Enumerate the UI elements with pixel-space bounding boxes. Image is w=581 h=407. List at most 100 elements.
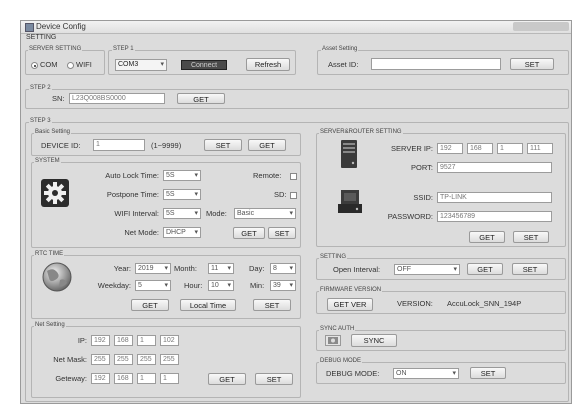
window-controls[interactable]: [513, 22, 569, 31]
server-router-legend: SERVER&ROUTER SETTING: [319, 129, 403, 136]
weekday-select[interactable]: 5: [135, 280, 171, 291]
asset-id-input[interactable]: [371, 58, 501, 70]
rtc-set-button[interactable]: SET: [253, 299, 291, 311]
open-setting-legend: SETTING: [319, 254, 348, 261]
wifi-interval-select[interactable]: 5S: [163, 208, 201, 219]
globe-icon: [41, 261, 73, 293]
mask-octet-3[interactable]: 255: [137, 354, 156, 365]
system-get-button[interactable]: GET: [233, 227, 265, 239]
ssid-input[interactable]: TP-LINK: [437, 192, 552, 203]
postpone-select[interactable]: 5S: [163, 189, 201, 200]
refresh-button[interactable]: Refresh: [246, 58, 290, 71]
day-select[interactable]: 8: [270, 263, 296, 274]
window-title: Device Config: [36, 22, 86, 31]
auto-lock-label: Auto Lock Time:: [105, 171, 159, 180]
weekday-label: Weekday:: [97, 281, 131, 290]
setting-label: SETTING: [26, 34, 57, 41]
port-label: PORT:: [411, 163, 433, 172]
month-select[interactable]: 11: [208, 263, 234, 274]
mask-octet-4[interactable]: 255: [160, 354, 179, 365]
password-label: PASSWORD:: [387, 212, 433, 221]
ip-octet-3[interactable]: 1: [137, 335, 156, 346]
gear-icon: [41, 179, 69, 207]
year-label: Year:: [113, 264, 131, 273]
open-interval-label: Open Interval:: [333, 265, 381, 274]
password-input[interactable]: 123456789: [437, 211, 552, 222]
year-select[interactable]: 2019: [135, 263, 171, 274]
step3-legend: STEP 3: [29, 118, 52, 125]
debug-mode-label: DEBUG MODE:: [326, 369, 380, 378]
debug-set-button[interactable]: SET: [470, 367, 506, 379]
rtc-legend: RTC TIME: [34, 251, 65, 258]
asset-set-button[interactable]: SET: [510, 58, 554, 70]
router-icon: [337, 187, 363, 215]
net-get-button[interactable]: GET: [208, 373, 246, 385]
get-version-button[interactable]: GET VER: [327, 298, 373, 311]
asset-setting-legend: Asset Setting: [321, 46, 359, 53]
rtc-get-button[interactable]: GET: [131, 299, 169, 311]
device-id-set-button[interactable]: SET: [204, 139, 242, 151]
server-ip-octet-4[interactable]: 111: [527, 143, 553, 154]
gateway-label: Geteway:: [55, 374, 87, 383]
ip-label: IP:: [77, 336, 87, 345]
sn-get-button[interactable]: GET: [177, 93, 225, 104]
ssid-label: SSID:: [413, 193, 433, 202]
debug-mode-select[interactable]: ON: [393, 368, 459, 379]
sd-checkbox[interactable]: [290, 192, 297, 199]
open-interval-select[interactable]: OFF: [394, 264, 460, 275]
hour-select[interactable]: 10: [208, 280, 234, 291]
sd-label: SD:: [274, 190, 287, 199]
gateway-octet-2[interactable]: 168: [114, 373, 133, 384]
title-bar: Device Config: [21, 21, 571, 34]
open-interval-get-button[interactable]: GET: [467, 263, 503, 275]
server-ip-label: SERVER IP:: [391, 144, 433, 153]
device-id-get-button[interactable]: GET: [248, 139, 286, 151]
firmware-legend: FIRMWARE VERSION: [319, 287, 383, 294]
com-label: COM: [40, 60, 58, 69]
sync-auth-legend: SYNC AUTH: [319, 326, 356, 333]
com-radio[interactable]: [31, 62, 38, 69]
ip-octet-4[interactable]: 102: [160, 335, 179, 346]
mode-select[interactable]: Basic: [234, 208, 296, 219]
remote-checkbox[interactable]: [290, 173, 297, 180]
mask-octet-2[interactable]: 255: [114, 354, 133, 365]
ip-octet-1[interactable]: 192: [91, 335, 110, 346]
basic-setting-legend: Basic Setting: [34, 129, 72, 136]
device-config-window: Device Config SETTING SERVER SETTING COM…: [20, 20, 572, 404]
gateway-octet-4[interactable]: 1: [160, 373, 179, 384]
sn-input[interactable]: L23Q008BS0000: [69, 93, 165, 104]
device-id-input[interactable]: 1: [93, 139, 145, 151]
com-port-select[interactable]: COM3: [115, 59, 167, 71]
step1-legend: STEP 1: [112, 46, 135, 53]
sync-button[interactable]: SYNC: [351, 334, 397, 347]
wifi-radio[interactable]: [67, 62, 74, 69]
net-set-button[interactable]: SET: [255, 373, 293, 385]
month-label: Month:: [174, 264, 197, 273]
postpone-label: Postpone Time:: [106, 190, 159, 199]
step2-legend: STEP 2: [29, 85, 52, 92]
device-id-range: (1~9999): [151, 141, 182, 150]
server-ip-octet-3[interactable]: 1: [497, 143, 523, 154]
remote-label: Remote:: [253, 171, 282, 180]
open-interval-set-button[interactable]: SET: [512, 263, 548, 275]
mask-octet-1[interactable]: 255: [91, 354, 110, 365]
ip-octet-2[interactable]: 168: [114, 335, 133, 346]
camera-icon: [325, 335, 341, 346]
gateway-octet-1[interactable]: 192: [91, 373, 110, 384]
system-set-button[interactable]: SET: [268, 227, 296, 239]
local-time-button[interactable]: Local Time: [180, 299, 236, 311]
day-label: Day:: [249, 264, 265, 273]
min-select[interactable]: 39: [270, 280, 296, 291]
version-label: VERSION:: [397, 299, 433, 308]
server-ip-octet-2[interactable]: 168: [467, 143, 493, 154]
server-setting-legend: SERVER SETTING: [28, 46, 83, 53]
server-router-get-button[interactable]: GET: [469, 231, 505, 243]
net-mode-select[interactable]: DHCP: [163, 227, 201, 238]
server-router-set-button[interactable]: SET: [513, 231, 549, 243]
connection-status: Connect: [181, 60, 227, 70]
hour-label: Hour:: [184, 281, 203, 290]
port-input[interactable]: 9527: [437, 162, 552, 173]
auto-lock-select[interactable]: 5S: [163, 170, 201, 181]
server-ip-octet-1[interactable]: 192: [437, 143, 463, 154]
gateway-octet-3[interactable]: 1: [137, 373, 156, 384]
